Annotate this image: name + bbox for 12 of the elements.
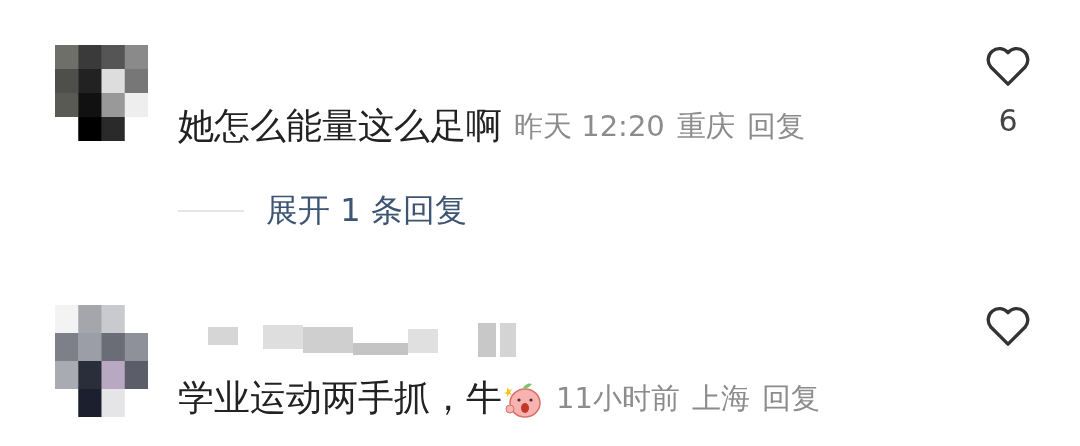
comment-text: 学业运动两手抓，牛 bbox=[178, 376, 502, 420]
heart-icon[interactable] bbox=[985, 45, 1031, 87]
reply-link[interactable]: 回复 bbox=[746, 106, 805, 147]
comment-location: 上海 bbox=[691, 379, 750, 417]
comment-text: 她怎么能量这么足啊 bbox=[178, 104, 502, 148]
expand-replies-link[interactable]: 展开 1 条回复 bbox=[266, 189, 467, 233]
like-count: 6 bbox=[998, 103, 1018, 138]
comment-time: 昨天 12:20 bbox=[514, 107, 665, 145]
reply-link[interactable]: 回复 bbox=[761, 378, 820, 419]
comment-location: 重庆 bbox=[676, 107, 735, 145]
heart-icon[interactable] bbox=[985, 305, 1031, 347]
comment-time: 11小时前 bbox=[556, 379, 680, 417]
